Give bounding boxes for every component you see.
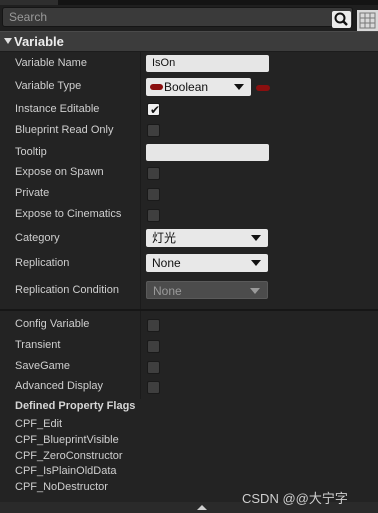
private-label: Private bbox=[15, 187, 50, 199]
replication-label: Replication bbox=[15, 257, 70, 269]
row-savegame: SaveGame bbox=[0, 356, 378, 377]
row-replication-condition: Replication Condition None bbox=[0, 280, 378, 301]
replication-condition-value: None bbox=[153, 284, 182, 298]
section-title: Variable bbox=[14, 34, 64, 49]
blueprint-read-only-label: Blueprint Read Only bbox=[15, 124, 114, 136]
row-private: Private bbox=[0, 183, 378, 204]
triangle-down-icon[interactable] bbox=[4, 38, 12, 44]
container-type-icon[interactable] bbox=[256, 85, 270, 91]
grid-icon bbox=[359, 12, 376, 29]
instance-editable-label: Instance Editable bbox=[15, 103, 100, 115]
row-transient: Transient bbox=[0, 335, 378, 356]
variable-type-dropdown[interactable]: Boolean bbox=[146, 78, 251, 96]
advanced-separator bbox=[0, 309, 378, 311]
row-tooltip: Tooltip bbox=[0, 142, 378, 163]
row-variable-name: Variable Name IsOn bbox=[0, 53, 378, 74]
advanced-display-label: Advanced Display bbox=[15, 380, 104, 392]
expand-arrow-icon[interactable] bbox=[197, 505, 207, 510]
chevron-down-icon bbox=[250, 288, 260, 294]
variable-type-value: Boolean bbox=[164, 80, 209, 94]
property-flag: CPF_IsPlainOldData bbox=[15, 465, 117, 477]
property-flag: CPF_Edit bbox=[15, 418, 63, 430]
category-value: 灯光 bbox=[152, 231, 177, 245]
row-expose-on-spawn: Expose on Spawn bbox=[0, 162, 378, 183]
property-flag: CPF_BlueprintVisible bbox=[15, 434, 119, 446]
property-flag: CPF_ZeroConstructor bbox=[15, 450, 123, 462]
replication-value: None bbox=[152, 256, 181, 270]
expose-to-cinematics-checkbox[interactable] bbox=[147, 209, 160, 222]
row-replication: Replication None bbox=[0, 253, 378, 274]
variable-type-label: Variable Type bbox=[15, 80, 82, 92]
row-blueprint-read-only: Blueprint Read Only bbox=[0, 120, 378, 141]
pin-type-icon bbox=[150, 84, 163, 90]
replication-dropdown[interactable]: None bbox=[146, 254, 268, 272]
expose-on-spawn-label: Expose on Spawn bbox=[15, 166, 104, 178]
checkmark-icon: ✔ bbox=[150, 103, 161, 117]
replication-condition-label: Replication Condition bbox=[15, 284, 119, 296]
transient-checkbox[interactable] bbox=[147, 340, 160, 353]
expose-to-cinematics-label: Expose to Cinematics bbox=[15, 208, 122, 220]
row-instance-editable: Instance Editable ✔ bbox=[0, 99, 378, 120]
search-input[interactable]: Search bbox=[2, 7, 353, 27]
variable-name-label: Variable Name bbox=[15, 57, 87, 69]
chevron-down-icon bbox=[251, 235, 261, 241]
category-dropdown[interactable]: 灯光 bbox=[146, 229, 268, 247]
transient-label: Transient bbox=[15, 339, 61, 351]
tooltip-label: Tooltip bbox=[15, 146, 47, 158]
config-variable-checkbox[interactable] bbox=[147, 319, 160, 332]
row-config-variable: Config Variable bbox=[0, 314, 378, 335]
config-variable-label: Config Variable bbox=[15, 318, 90, 330]
replication-condition-dropdown: None bbox=[146, 281, 268, 299]
search-bar: Search bbox=[0, 5, 378, 31]
blueprint-read-only-checkbox[interactable] bbox=[147, 124, 160, 137]
category-label: Category bbox=[15, 232, 60, 244]
watermark-text: CSDN @@大宁字 bbox=[242, 491, 348, 506]
variable-name-input[interactable]: IsOn bbox=[146, 55, 269, 72]
property-flag: CPF_NoDestructor bbox=[15, 481, 108, 493]
chevron-down-icon bbox=[234, 84, 244, 90]
instance-editable-checkbox[interactable]: ✔ bbox=[147, 103, 160, 116]
search-button[interactable] bbox=[332, 11, 351, 28]
expose-on-spawn-checkbox[interactable] bbox=[147, 167, 160, 180]
row-category: Category 灯光 bbox=[0, 228, 378, 249]
chevron-down-icon bbox=[251, 260, 261, 266]
defined-property-flags-title: Defined Property Flags bbox=[15, 400, 136, 412]
tooltip-input[interactable] bbox=[146, 144, 269, 161]
row-expose-to-cinematics: Expose to Cinematics bbox=[0, 204, 378, 225]
row-advanced-display: Advanced Display bbox=[0, 376, 378, 397]
savegame-label: SaveGame bbox=[15, 360, 71, 372]
view-options-button[interactable] bbox=[357, 10, 378, 31]
advanced-display-checkbox[interactable] bbox=[147, 381, 160, 394]
search-icon bbox=[334, 12, 348, 26]
row-variable-type: Variable Type Boolean bbox=[0, 76, 378, 97]
private-checkbox[interactable] bbox=[147, 188, 160, 201]
savegame-checkbox[interactable] bbox=[147, 361, 160, 374]
variable-section-header[interactable]: Variable bbox=[0, 31, 378, 52]
